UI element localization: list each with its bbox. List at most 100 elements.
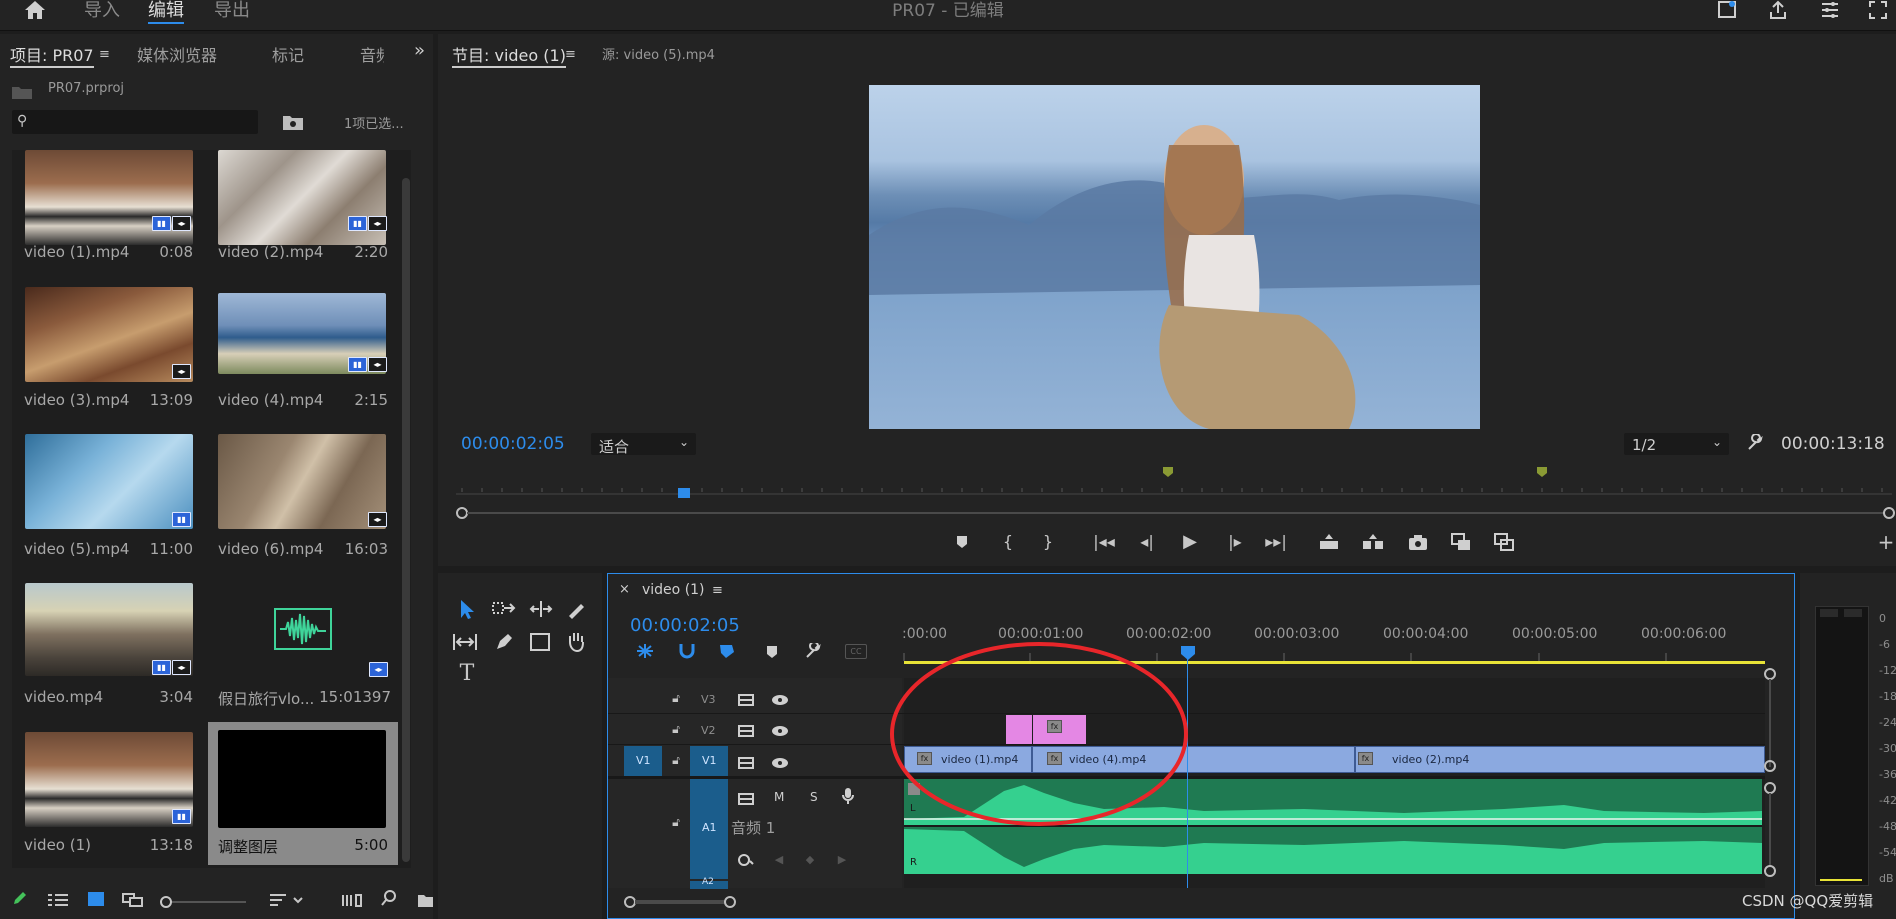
mark-out-icon[interactable]: } bbox=[1038, 532, 1058, 552]
mark-in-icon[interactable]: { bbox=[998, 532, 1018, 552]
pen-tool-icon[interactable] bbox=[494, 632, 514, 652]
program-menu-icon[interactable]: ≡ bbox=[565, 47, 576, 62]
lock-track-icon[interactable]: 🔓︎ bbox=[668, 688, 684, 708]
sequence-menu-icon[interactable]: ≡ bbox=[712, 583, 723, 598]
next-keyframe-icon[interactable]: ▶ bbox=[835, 850, 849, 870]
new-bin-icon[interactable] bbox=[418, 892, 433, 907]
snap-icon[interactable] bbox=[678, 643, 696, 659]
solo-button[interactable]: S bbox=[810, 790, 818, 804]
thumbnail-video-3[interactable] bbox=[25, 287, 193, 382]
more-panels-icon[interactable]: » bbox=[414, 40, 425, 61]
video-clip[interactable]: fx video (2).mp4 bbox=[1355, 746, 1765, 773]
workspace-icon[interactable] bbox=[1717, 0, 1737, 20]
comparison-view-icon[interactable] bbox=[1451, 533, 1471, 551]
item-name: video (1).mp4 bbox=[24, 243, 130, 261]
sequence-tab[interactable]: video (1) bbox=[642, 582, 705, 598]
lock-track-icon[interactable]: 🔓︎ bbox=[668, 750, 684, 770]
eye-icon[interactable] bbox=[771, 691, 789, 705]
video-preview[interactable] bbox=[869, 85, 1480, 429]
sync-lock-icon[interactable] bbox=[738, 754, 754, 769]
slip-tool-icon[interactable] bbox=[452, 633, 478, 651]
resolution-select[interactable]: 1/2 ⌄ bbox=[1624, 433, 1729, 455]
sort-icon[interactable] bbox=[270, 892, 306, 906]
wrench-icon[interactable] bbox=[1746, 433, 1764, 452]
thumbnail-adjustment-layer[interactable] bbox=[218, 730, 386, 828]
audio-track-name: 音频 1 bbox=[731, 819, 776, 837]
audio-waveform-icon[interactable] bbox=[274, 608, 332, 650]
add-keyframe-icon[interactable]: ◆ bbox=[803, 850, 817, 870]
timeline-settings-icon[interactable] bbox=[805, 641, 823, 659]
fit-select[interactable]: 适合 ⌄ bbox=[591, 433, 696, 456]
close-sequence-icon[interactable]: × bbox=[619, 582, 630, 597]
tab-program[interactable]: 节目: video (1) bbox=[452, 42, 566, 68]
lift-icon[interactable] bbox=[1318, 533, 1340, 551]
fullscreen-icon[interactable] bbox=[1868, 0, 1888, 20]
zoom-slider[interactable] bbox=[160, 893, 246, 908]
automate-to-sequence-icon[interactable] bbox=[342, 892, 362, 907]
lock-track-icon[interactable]: 🔓︎ bbox=[668, 719, 684, 739]
new-search-bin-icon[interactable] bbox=[283, 114, 303, 130]
go-to-out-icon[interactable]: ▸▸| bbox=[1265, 532, 1287, 552]
thumbnail-sequence[interactable] bbox=[25, 732, 193, 827]
mute-button[interactable]: M bbox=[774, 790, 784, 804]
add-marker-icon[interactable] bbox=[766, 644, 778, 658]
add-marker-icon[interactable] bbox=[955, 534, 969, 550]
tab-project[interactable]: 项目: PR07 bbox=[10, 42, 94, 68]
rectangle-tool-icon[interactable] bbox=[530, 633, 550, 651]
track-target-a2[interactable]: A2 bbox=[690, 877, 728, 889]
nest-icon[interactable] bbox=[636, 643, 654, 659]
tab-audio[interactable]: 音频 bbox=[360, 42, 384, 66]
track-select-icon[interactable] bbox=[492, 600, 516, 618]
toggle-proxies-icon[interactable] bbox=[1494, 533, 1514, 551]
share-icon[interactable] bbox=[1768, 0, 1788, 20]
thumbnail-video-6[interactable] bbox=[218, 434, 386, 529]
export-frame-icon[interactable] bbox=[1408, 533, 1428, 551]
search-input[interactable]: ⚲ bbox=[12, 110, 258, 134]
selection-tool-icon[interactable] bbox=[456, 598, 478, 620]
tools-panel bbox=[438, 573, 602, 919]
microphone-icon[interactable] bbox=[842, 787, 854, 805]
step-forward-icon[interactable]: |▸ bbox=[1225, 532, 1245, 552]
icon-view-icon[interactable] bbox=[88, 892, 104, 906]
panel-settings-icon[interactable] bbox=[1820, 0, 1840, 20]
find-icon[interactable] bbox=[381, 890, 397, 906]
timeline-timecode[interactable]: 00:00:02:05 bbox=[630, 615, 740, 636]
tab-source[interactable]: 源: video (5).mp4 bbox=[602, 44, 715, 63]
play-icon[interactable]: ▶ bbox=[1180, 532, 1200, 552]
razor-tool-icon[interactable] bbox=[566, 599, 586, 619]
sync-lock-icon[interactable] bbox=[738, 790, 754, 805]
monitor-zoom-bar[interactable] bbox=[455, 505, 1896, 519]
go-to-in-icon[interactable]: |◂◂ bbox=[1093, 532, 1115, 552]
sync-lock-icon[interactable] bbox=[738, 722, 754, 737]
lock-track-icon[interactable]: 🔓︎ bbox=[668, 812, 684, 832]
ripple-edit-icon[interactable] bbox=[529, 600, 553, 618]
eye-icon[interactable] bbox=[771, 722, 789, 736]
type-tool-icon[interactable]: T bbox=[456, 663, 478, 685]
pencil-icon[interactable] bbox=[12, 890, 28, 906]
horizontal-zoom-bar[interactable] bbox=[624, 893, 736, 908]
tab-markers[interactable]: 标记 bbox=[272, 42, 304, 66]
meter-scale-label: -36 bbox=[1879, 768, 1896, 781]
linked-selection-icon[interactable] bbox=[718, 643, 736, 659]
list-view-icon[interactable] bbox=[48, 892, 68, 906]
step-back-icon[interactable]: ◂| bbox=[1137, 532, 1157, 552]
tab-media-browser[interactable]: 媒体浏览器 bbox=[137, 42, 217, 66]
track-target-v1[interactable]: V1 bbox=[690, 746, 728, 776]
keyframe-icon[interactable] bbox=[738, 852, 754, 866]
prev-keyframe-icon[interactable]: ◀ bbox=[772, 850, 786, 870]
captions-icon[interactable]: CC bbox=[845, 644, 867, 659]
sync-lock-icon[interactable] bbox=[738, 691, 754, 706]
track-target-a1[interactable]: A1 bbox=[690, 779, 728, 879]
freeform-view-icon[interactable] bbox=[122, 892, 144, 907]
thumbnail-video-5[interactable] bbox=[25, 434, 193, 529]
vertical-zoom-bar[interactable] bbox=[1764, 668, 1776, 878]
project-scrollbar[interactable] bbox=[402, 178, 410, 862]
hand-tool-icon[interactable] bbox=[566, 630, 586, 653]
monitor-timeline-ruler[interactable] bbox=[452, 464, 1896, 504]
project-menu-icon[interactable]: ≡ bbox=[99, 47, 110, 62]
playhead-timecode[interactable]: 00:00:02:05 bbox=[461, 434, 565, 454]
button-editor-icon[interactable]: + bbox=[1876, 532, 1896, 552]
source-patch-v1[interactable]: V1 bbox=[624, 746, 662, 776]
extract-icon[interactable] bbox=[1362, 533, 1384, 551]
eye-icon[interactable] bbox=[771, 754, 789, 768]
